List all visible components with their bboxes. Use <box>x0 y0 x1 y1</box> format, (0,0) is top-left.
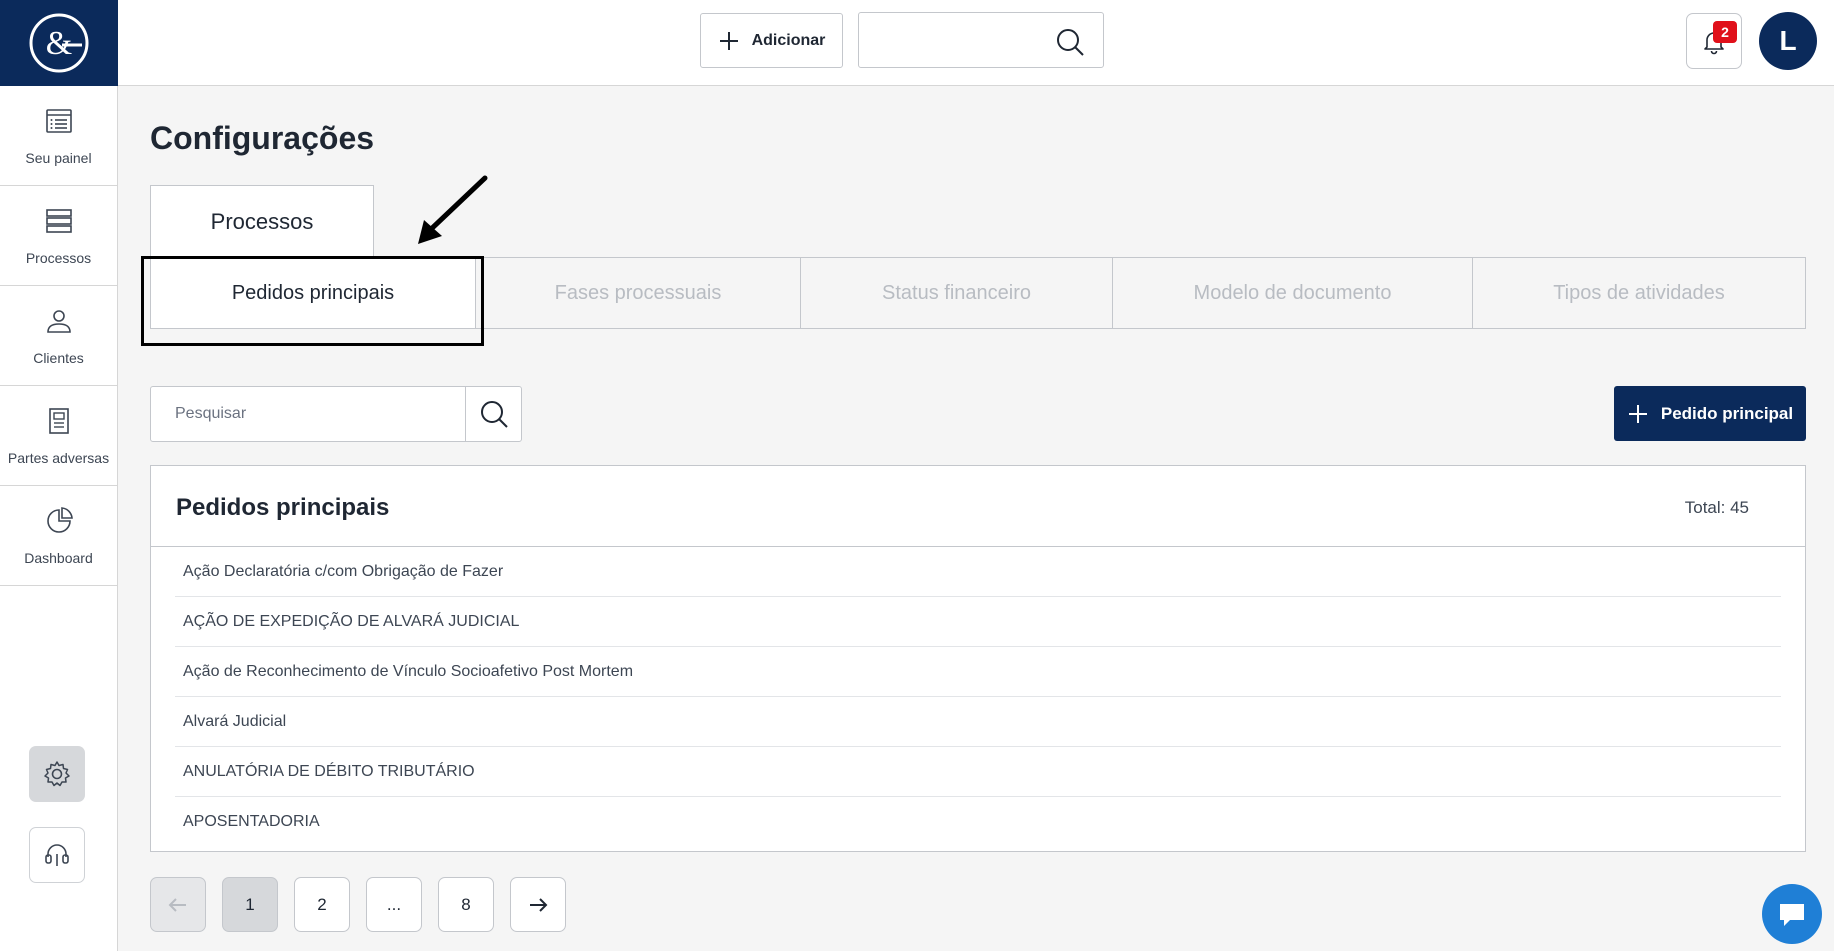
card-title: Pedidos principais <box>176 494 390 521</box>
dashboard-list-icon <box>45 108 72 133</box>
pagination: 1 2 ... 8 <box>150 877 566 932</box>
settings-button[interactable] <box>29 746 85 802</box>
add-pedido-principal-button[interactable]: Pedido principal <box>1614 386 1806 441</box>
notifications-button[interactable]: 2 <box>1686 13 1742 69</box>
page-button-2[interactable]: 2 <box>294 877 350 932</box>
page-title: Configurações <box>150 120 375 156</box>
sidebar-item-clientes[interactable]: Clientes <box>0 286 117 386</box>
search-icon <box>480 401 508 428</box>
headset-icon <box>45 844 69 866</box>
stack-icon <box>45 208 72 233</box>
gear-icon <box>44 761 70 787</box>
list-item[interactable]: ANULATÓRIA DE DÉBITO TRIBUTÁRIO <box>175 747 1781 797</box>
logo-icon: & <box>29 13 89 73</box>
list-item[interactable]: Alvará Judicial <box>175 697 1781 747</box>
list-item[interactable]: Ação Declaratória c/com Obrigação de Faz… <box>175 547 1781 597</box>
arrow-left-icon <box>168 897 186 912</box>
search-button[interactable] <box>465 387 521 441</box>
sidebar-item-dashboard[interactable]: Dashboard <box>0 486 117 586</box>
annotation-arrow-icon <box>418 175 488 244</box>
page-button-8[interactable]: 8 <box>438 877 494 932</box>
total-count: Total: 45 <box>1684 498 1749 517</box>
subtab-fases-processuais[interactable]: Fases processuais <box>475 258 800 328</box>
sidebar-item-seu-painel[interactable]: Seu painel <box>0 86 117 186</box>
plus-icon <box>719 31 738 50</box>
tab-processos[interactable]: Processos <box>150 185 374 258</box>
avatar[interactable]: L <box>1759 12 1817 70</box>
subtab-modelo-de-documento[interactable]: Modelo de documento <box>1112 258 1472 328</box>
document-icon <box>48 407 69 434</box>
page-ellipsis[interactable]: ... <box>366 877 422 932</box>
plus-icon <box>1628 404 1647 423</box>
top-bar: Adicionar 2 L <box>118 0 1834 86</box>
sidebar-item-label: Clientes <box>33 349 84 366</box>
arrow-right-icon <box>530 897 548 912</box>
list-item[interactable]: Ação de Reconhecimento de Vínculo Socioa… <box>175 647 1781 697</box>
add-pedido-principal-label: Pedido principal <box>1660 403 1794 423</box>
list-item[interactable]: APOSENTADORIA <box>175 797 1781 847</box>
list-search <box>150 386 522 442</box>
sidebar-item-label: Processos <box>25 249 92 266</box>
card-header: Pedidos principais Total: 45 <box>151 466 1805 547</box>
notification-badge: 2 <box>1713 21 1737 43</box>
chat-button[interactable] <box>1762 884 1822 944</box>
user-icon <box>46 309 71 333</box>
sidebar-item-label: Seu painel <box>25 149 92 166</box>
prev-page-button[interactable] <box>150 877 206 932</box>
sidebar: & Seu painel Processos Clientes Partes a… <box>0 0 118 951</box>
next-page-button[interactable] <box>510 877 566 932</box>
add-button[interactable]: Adicionar <box>700 13 843 68</box>
pie-chart-icon <box>46 506 73 533</box>
sidebar-item-label: Dashboard <box>24 549 93 566</box>
sidebar-item-partes-adversas[interactable]: Partes adversas <box>0 386 117 486</box>
chat-bubble-icon <box>1780 904 1804 926</box>
app-logo[interactable]: & <box>0 0 118 86</box>
sidebar-item-processos[interactable]: Processos <box>0 186 117 286</box>
list-item[interactable]: AÇÃO DE EXPEDIÇÃO DE ALVARÁ JUDICIAL <box>175 597 1781 647</box>
pedidos-list-card: Pedidos principais Total: 45 Ação Declar… <box>150 465 1806 852</box>
global-search-input[interactable] <box>858 12 1104 68</box>
sidebar-item-label: Partes adversas <box>7 449 110 466</box>
subtab-tipos-de-atividades[interactable]: Tipos de atividades <box>1472 258 1805 328</box>
search-input[interactable] <box>151 387 465 441</box>
pedidos-list: Ação Declaratória c/com Obrigação de Faz… <box>151 547 1805 847</box>
add-button-label: Adicionar <box>751 31 826 49</box>
subtab-status-financeiro[interactable]: Status financeiro <box>800 258 1112 328</box>
page-button-1[interactable]: 1 <box>222 877 278 932</box>
annotation-highlight-box <box>141 256 484 346</box>
support-button[interactable] <box>29 827 85 883</box>
search-icon[interactable] <box>1055 27 1085 57</box>
